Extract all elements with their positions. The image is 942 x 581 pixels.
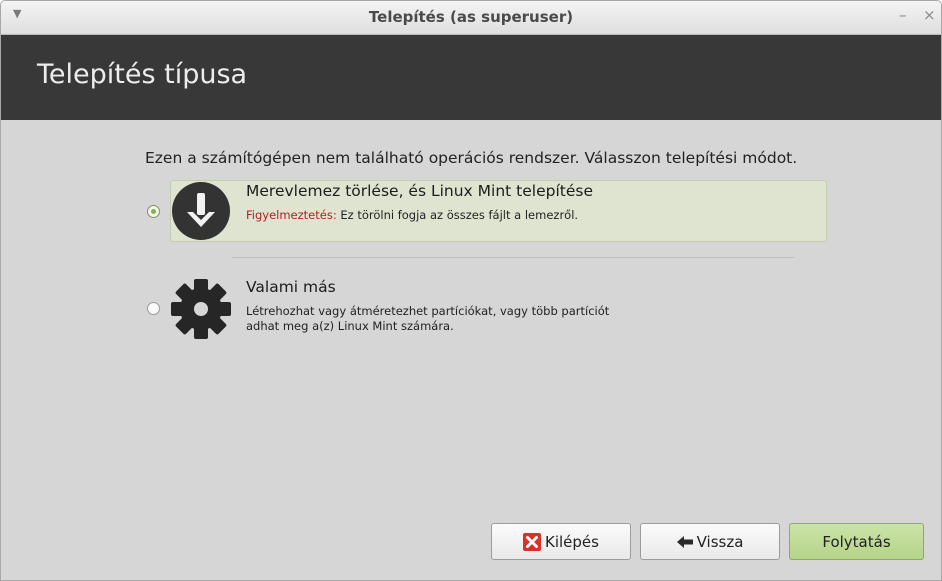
close-red-icon [523, 532, 542, 551]
minimize-button[interactable]: – [899, 6, 907, 24]
option-something-else-desc: Létrehozhat vagy átméretezhet partícióka… [246, 304, 610, 333]
warning-text: Ez törölni fogja az összes fájlt a lemez… [336, 208, 579, 222]
option-erase-install-title: Merevlemez törlése, és Linux Mint telepí… [246, 182, 593, 200]
back-button[interactable]: Vissza [640, 523, 780, 560]
intro-text: Ezen a számítógépen nem található operác… [145, 149, 798, 167]
close-button[interactable]: × [923, 6, 936, 24]
warning-label: Figyelmeztetés: [246, 208, 337, 222]
gear-icon [171, 279, 231, 339]
option-something-else-title: Valami más [246, 278, 336, 296]
continue-button[interactable]: Folytatás [789, 523, 924, 560]
quit-button[interactable]: Kilépés [491, 523, 631, 560]
download-arrow-icon [172, 182, 230, 240]
page-header: Telepítés típusa [1, 35, 941, 120]
quit-button-label: Kilépés [545, 532, 599, 551]
title-bar: ▼ Telepítés (as superuser) – × [1, 1, 941, 35]
installer-window: ▼ Telepítés (as superuser) – × Telepítés… [0, 0, 942, 581]
radio-something-else[interactable] [147, 302, 160, 315]
arrow-left-icon [676, 535, 693, 548]
window-title: Telepítés (as superuser) [368, 8, 574, 26]
options-separator [232, 257, 794, 258]
page-title: Telepítés típusa [37, 59, 248, 90]
radio-erase-install[interactable] [147, 205, 160, 218]
main-content: Ezen a számítógépen nem található operác… [1, 120, 941, 580]
back-button-label: Vissza [696, 532, 744, 551]
option-erase-install-desc: Figyelmeztetés: Ez törölni fogja az össz… [246, 208, 631, 223]
continue-button-label: Folytatás [822, 532, 891, 551]
